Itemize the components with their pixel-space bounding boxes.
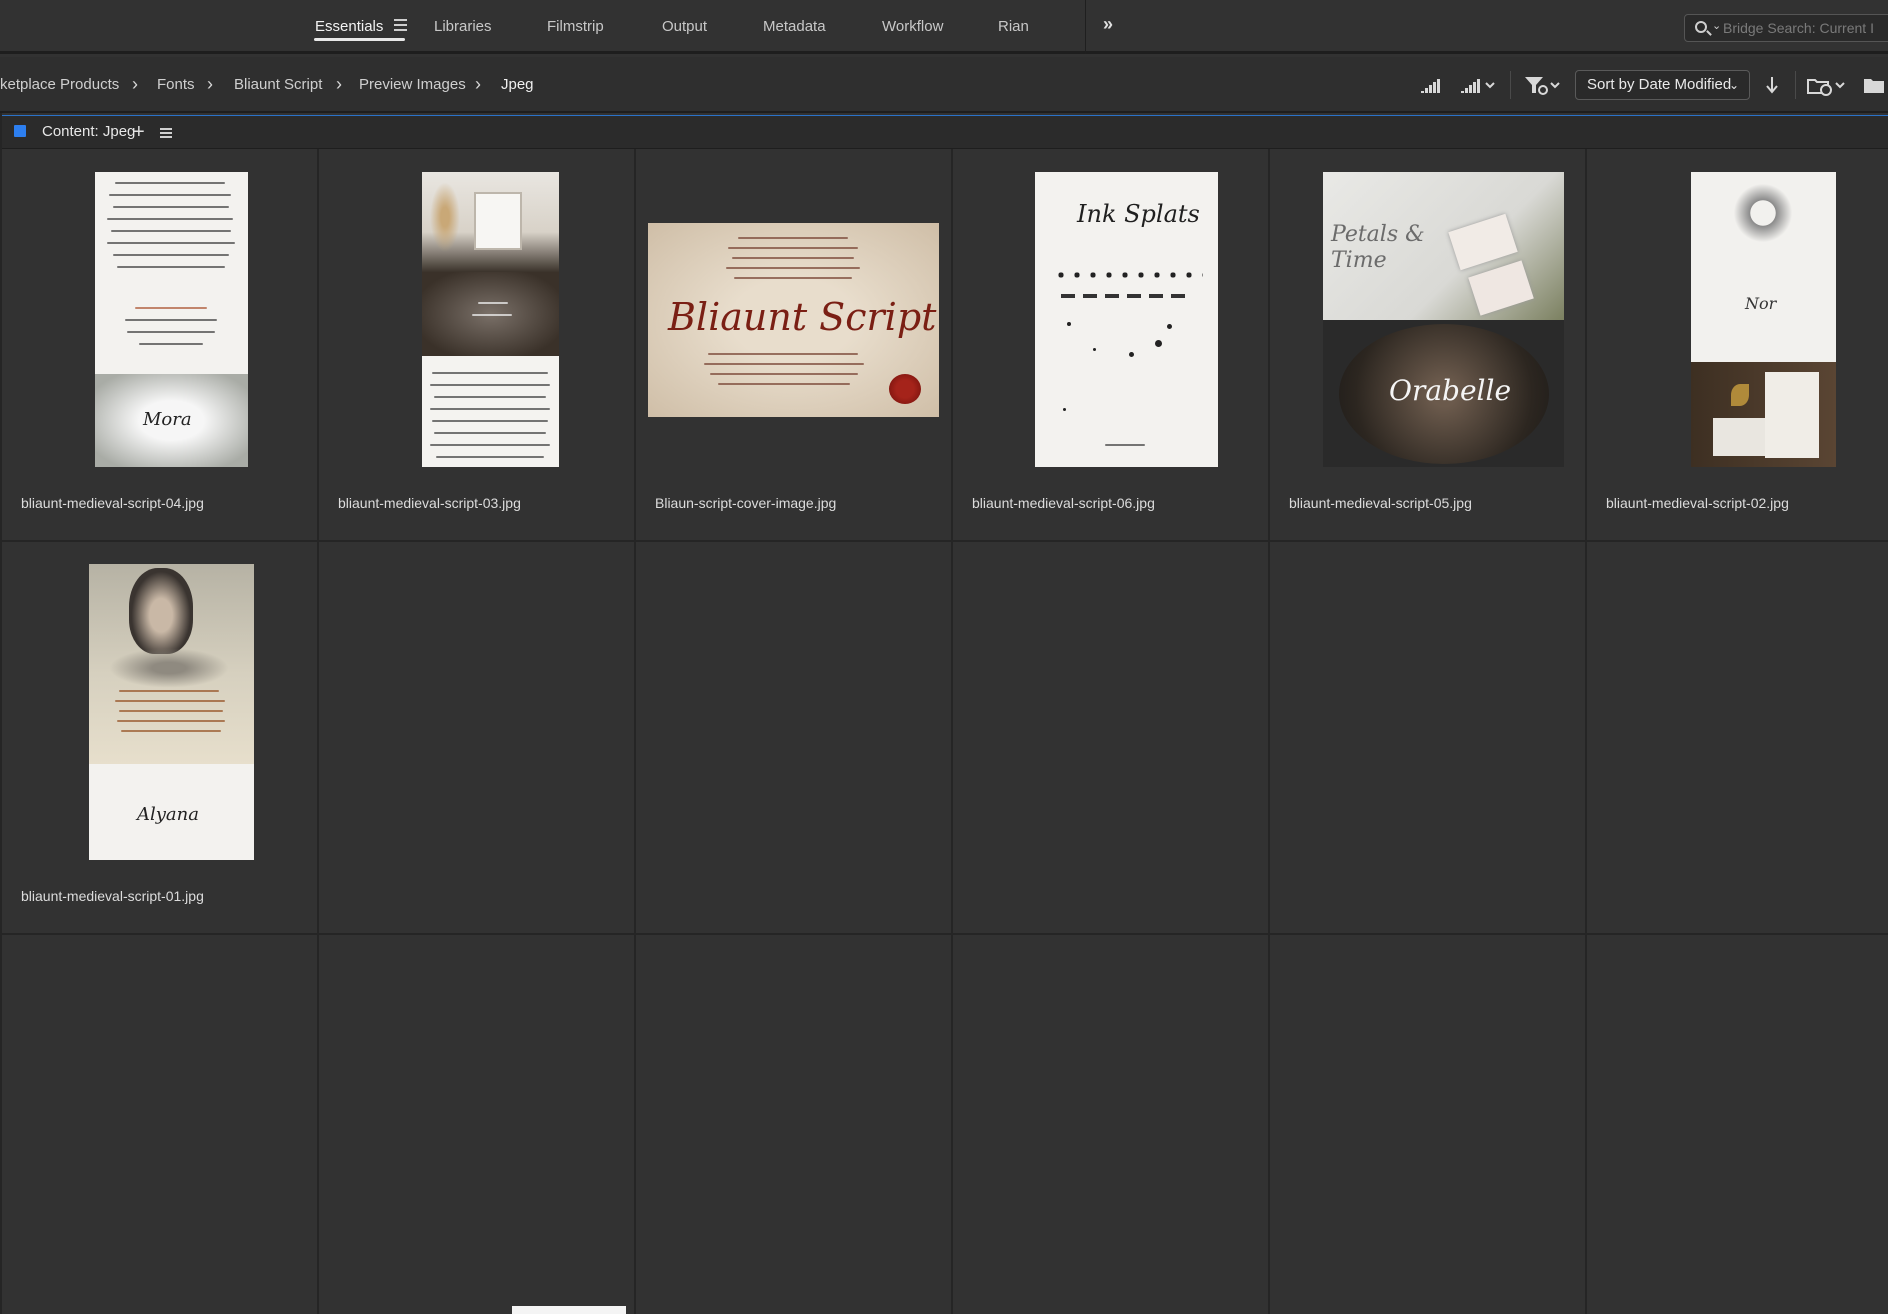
toolbar-divider xyxy=(1795,71,1796,99)
file-name: Bliaun-script-cover-image.jpg xyxy=(655,495,837,511)
empty-grid-cell xyxy=(953,542,1270,935)
empty-grid-cell xyxy=(319,935,636,1314)
thumbnail-image: Mora xyxy=(95,172,248,467)
thumbnail-quality-icon[interactable] xyxy=(1421,71,1443,99)
content-panel-header: Content: Jpeg + xyxy=(0,115,1888,149)
thumbnail-image: Alyana xyxy=(89,564,254,860)
breadcrumb-item[interactable]: Preview Images xyxy=(359,57,466,113)
more-workspaces-icon[interactable]: » xyxy=(1103,14,1113,35)
thumbnail-script-word: Orabelle xyxy=(1389,374,1512,407)
toolbar-divider xyxy=(1510,71,1511,99)
file-name: bliaunt-medieval-script-02.jpg xyxy=(1606,495,1789,511)
thumbnail-image xyxy=(422,172,559,467)
tab-rian[interactable]: Rian xyxy=(998,0,1029,54)
workspace-bar: Essentials Libraries Filmstrip Output Me… xyxy=(0,0,1888,54)
empty-grid-cell xyxy=(1270,542,1587,935)
filter-icon[interactable] xyxy=(1523,71,1563,99)
panel-color-icon xyxy=(14,125,26,137)
panel-menu-icon[interactable] xyxy=(160,128,172,140)
thumbnail-cell[interactable]: Alyana bliaunt-medieval-script-01.jpg xyxy=(2,542,319,935)
thumbnail-image: Ink Splats xyxy=(1035,172,1218,467)
search-input[interactable] xyxy=(1723,18,1873,38)
thumbnail-script-word: Alyana xyxy=(137,804,199,825)
breadcrumb-item[interactable]: Bliaunt Script xyxy=(234,57,322,113)
thumbnail-cell[interactable]: Nor bliaunt-medieval-script-02.jpg xyxy=(1587,149,1888,542)
thumbnail-script-word: Mora xyxy=(143,409,192,430)
tab-workflow[interactable]: Workflow xyxy=(882,0,943,54)
empty-grid-cell xyxy=(636,935,953,1314)
thumbnail-script-word: Petals & Time xyxy=(1331,222,1425,273)
active-tab-indicator xyxy=(314,38,405,41)
file-name: bliaunt-medieval-script-03.jpg xyxy=(338,495,521,511)
breadcrumb-item[interactable]: Fonts xyxy=(157,57,195,113)
thumbnail-cell[interactable]: bliaunt-medieval-script-03.jpg xyxy=(319,149,636,542)
chevron-down-icon: ⌄ xyxy=(1728,78,1739,92)
chevron-right-icon: › xyxy=(336,74,342,94)
chevron-right-icon: › xyxy=(207,74,213,94)
search-icon xyxy=(1695,21,1707,33)
tab-essentials[interactable]: Essentials xyxy=(315,0,383,54)
thumbnail-image: Bliaunt Script xyxy=(648,223,939,417)
thumbnail-script-word: Bliaunt Script xyxy=(668,295,937,339)
tab-libraries[interactable]: Libraries xyxy=(434,0,492,54)
thumbnail-script-word: Nor xyxy=(1745,294,1777,313)
recent-folders-icon[interactable] xyxy=(1806,71,1848,99)
sort-label: Sort by Date Modified xyxy=(1587,76,1732,93)
file-name: bliaunt-medieval-script-04.jpg xyxy=(21,495,204,511)
thumbnail-cell[interactable]: Mora bliaunt-medieval-script-04.jpg xyxy=(2,149,319,542)
empty-grid-cell xyxy=(1587,542,1888,935)
empty-grid-cell xyxy=(636,542,953,935)
chevron-down-icon: ⌄ xyxy=(1712,20,1722,32)
empty-grid-cell xyxy=(1270,935,1587,1314)
thumbnail-cell[interactable]: Petals & Time Orabelle bliaunt-medieval-… xyxy=(1270,149,1587,542)
thumbnail-cell[interactable]: Bliaunt Script Bliaun-script-cover-image… xyxy=(636,149,953,542)
content-grid: Mora bliaunt-medieval-script-04.jpg blia… xyxy=(2,149,1888,1314)
thumbnail-image: Petals & Time Orabelle xyxy=(1323,172,1564,467)
empty-grid-cell xyxy=(1587,935,1888,1314)
search-box[interactable]: ⌄ xyxy=(1684,14,1888,42)
path-bar: ketplace Products › Fonts › Bliaunt Scri… xyxy=(0,57,1888,113)
partial-thumbnail xyxy=(512,1306,626,1314)
sort-dropdown[interactable]: Sort by Date Modified ⌄ xyxy=(1575,70,1750,100)
file-name: bliaunt-medieval-script-01.jpg xyxy=(21,888,204,904)
empty-grid-cell xyxy=(319,542,636,935)
workspace-menu-icon[interactable] xyxy=(394,19,407,31)
file-name: bliaunt-medieval-script-05.jpg xyxy=(1289,495,1472,511)
file-name: bliaunt-medieval-script-06.jpg xyxy=(972,495,1155,511)
chevron-right-icon: › xyxy=(132,74,138,94)
tab-filmstrip[interactable]: Filmstrip xyxy=(547,0,604,54)
empty-grid-cell xyxy=(953,935,1270,1314)
add-panel-icon[interactable]: + xyxy=(133,116,145,148)
thumbnail-script-word: Ink Splats xyxy=(1077,200,1200,228)
sort-direction-icon[interactable] xyxy=(1764,71,1780,99)
tab-output[interactable]: Output xyxy=(662,0,707,54)
breadcrumb-item[interactable]: ketplace Products xyxy=(0,57,119,113)
preview-quality-icon[interactable] xyxy=(1459,71,1499,99)
thumbnail-image: Nor xyxy=(1691,172,1836,467)
chevron-right-icon: › xyxy=(475,74,481,94)
tab-divider xyxy=(1085,0,1086,54)
thumbnail-cell[interactable]: Ink Splats bliaunt-medieval-script-06.jp… xyxy=(953,149,1270,542)
panel-title: Content: Jpeg xyxy=(42,123,136,140)
tab-metadata[interactable]: Metadata xyxy=(763,0,826,54)
empty-grid-cell xyxy=(2,935,319,1314)
breadcrumb-item-current[interactable]: Jpeg xyxy=(501,57,534,113)
new-folder-icon[interactable] xyxy=(1862,71,1888,99)
